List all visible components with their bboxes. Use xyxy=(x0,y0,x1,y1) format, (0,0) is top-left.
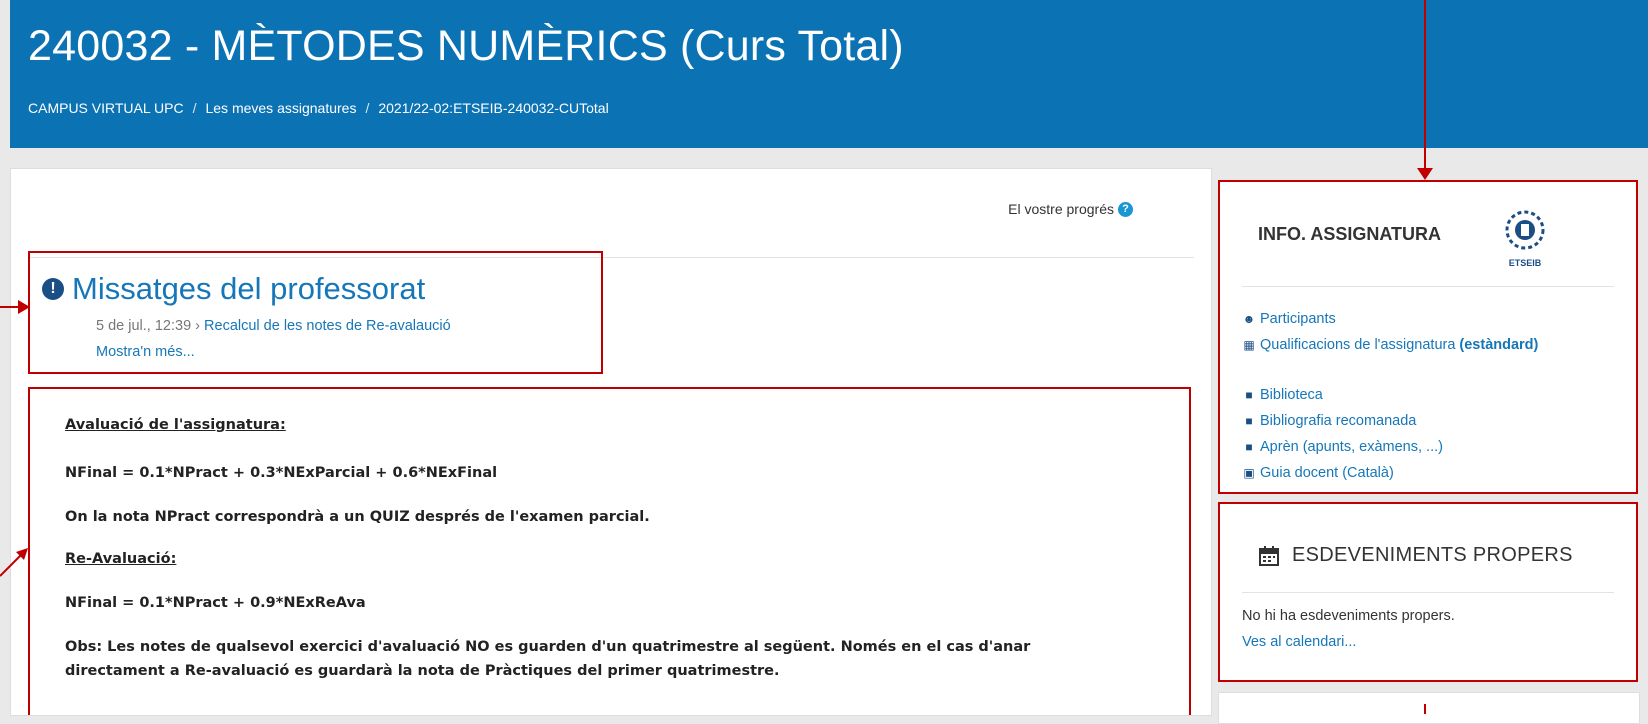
logo-text: ETSEIB xyxy=(1509,258,1542,268)
evaluation-note: On la nota NPract correspondrà a un QUIZ… xyxy=(65,509,650,525)
teacher-messages-block: ! Missatges del professorat 5 de jul., 1… xyxy=(28,251,603,374)
table-icon: ▦ xyxy=(1243,338,1255,352)
next-block xyxy=(1218,692,1640,724)
users-icon: ☻ xyxy=(1242,312,1256,326)
course-title: 240032 - MÈTODES NUMÈRICS (Curs Total) xyxy=(28,22,904,70)
course-info-card: INFO. ASSIGNATURA ETSEIB ☻ Participants … xyxy=(1218,180,1638,494)
observation-line-1: Obs: Les notes de qualsevol exercici d'a… xyxy=(65,639,1031,655)
events-heading: ESDEVENIMENTS PROPERS xyxy=(1258,544,1573,567)
messages-title-link[interactable]: Missatges del professorat xyxy=(72,271,425,307)
help-icon[interactable]: ? xyxy=(1118,201,1133,217)
teaching-guide-link[interactable]: ▣ Guia docent (Català) xyxy=(1242,460,1443,486)
note-suffix: correspondrà a un QUIZ després de l'exam… xyxy=(209,509,650,525)
note-prefix: On la nota xyxy=(65,509,155,525)
participants-link[interactable]: ☻ Participants xyxy=(1242,306,1538,332)
message-link[interactable]: Recalcul de les notes de Re-avalaució xyxy=(204,318,451,334)
course-links-secondary: ■ Biblioteca ■ Bibliografia recomanada ■… xyxy=(1242,382,1443,486)
events-title: ESDEVENIMENTS PROPERS xyxy=(1292,544,1573,566)
bibliography-link[interactable]: ■ Bibliografia recomanada xyxy=(1242,408,1443,434)
note-bold: NPract xyxy=(154,509,210,525)
observation-line-2: directament a Re-avaluació es guardarà l… xyxy=(65,663,780,679)
arrow-head-icon xyxy=(1417,168,1433,180)
apren-link[interactable]: ■ Aprèn (apunts, exàmens, ...) xyxy=(1242,434,1443,460)
progress-indicator: El vostre progrés ? xyxy=(1008,201,1133,217)
annotation-arrow xyxy=(1424,704,1426,714)
course-header: 240032 - MÈTODES NUMÈRICS (Curs Total) C… xyxy=(10,0,1648,148)
exclamation-icon: ! xyxy=(42,278,64,300)
message-date: 5 de jul., 12:39 xyxy=(96,318,192,334)
grades-link[interactable]: ▦ Qualificacions de l'assignatura (estàn… xyxy=(1242,332,1538,358)
divider xyxy=(1242,592,1614,593)
no-events-text: No hi ha esdeveniments propers. xyxy=(1242,608,1455,624)
message-item: 5 de jul., 12:39 › Recalcul de les notes… xyxy=(96,318,451,334)
book-icon: ■ xyxy=(1245,388,1253,402)
evaluation-heading: Avaluació de l'assignatura: xyxy=(65,417,286,433)
messages-heading: ! Missatges del professorat xyxy=(42,271,425,307)
breadcrumb-my-courses[interactable]: Les meves assignatures xyxy=(205,100,356,116)
evaluation-formula: NFinal = 0.1*NPract + 0.3*NExParcial + 0… xyxy=(65,465,498,481)
divider xyxy=(1242,286,1614,287)
calendar-icon xyxy=(1259,545,1279,566)
breadcrumb-course[interactable]: 2021/22-02:ETSEIB-240032-CUTotal xyxy=(378,100,608,116)
breadcrumb-separator: / xyxy=(365,100,370,116)
course-main-region: El vostre progrés ? ! Missatges del prof… xyxy=(10,168,1212,716)
upcoming-events-card: ESDEVENIMENTS PROPERS No hi ha esdevenim… xyxy=(1218,502,1638,682)
grades-suffix: (estàndard) xyxy=(1459,337,1539,353)
sidebar: INFO. ASSIGNATURA ETSEIB ☻ Participants … xyxy=(1215,168,1640,724)
reevaluation-heading: Re-Avaluació: xyxy=(65,551,177,567)
annotation-arrow xyxy=(1424,0,1426,172)
breadcrumb-home[interactable]: CAMPUS VIRTUAL UPC xyxy=(28,100,184,116)
course-links-primary: ☻ Participants ▦ Qualificacions de l'ass… xyxy=(1242,306,1539,358)
go-to-calendar-link[interactable]: Ves al calendari... xyxy=(1242,634,1356,650)
evaluation-section: Avaluació de l'assignatura: NFinal = 0.1… xyxy=(28,387,1191,715)
book-icon: ■ xyxy=(1245,414,1253,428)
breadcrumb: CAMPUS VIRTUAL UPC / Les meves assignatu… xyxy=(28,100,609,116)
breadcrumb-separator: / xyxy=(192,100,197,116)
arrow-head-icon xyxy=(18,300,30,314)
info-card-title: INFO. ASSIGNATURA xyxy=(1258,224,1441,244)
library-link[interactable]: ■ Biblioteca xyxy=(1242,382,1443,408)
show-more-link[interactable]: Mostra'n més... xyxy=(96,344,195,360)
annotation-arrow xyxy=(0,548,28,577)
book-icon: ■ xyxy=(1245,440,1253,454)
etseib-logo: ETSEIB xyxy=(1505,210,1545,268)
file-icon: ▣ xyxy=(1243,466,1255,480)
chevron-right-icon: › xyxy=(195,318,205,334)
reevaluation-formula: NFinal = 0.1*NPract + 0.9*NExReAva xyxy=(65,595,366,611)
progress-label: El vostre progrés xyxy=(1008,201,1114,217)
